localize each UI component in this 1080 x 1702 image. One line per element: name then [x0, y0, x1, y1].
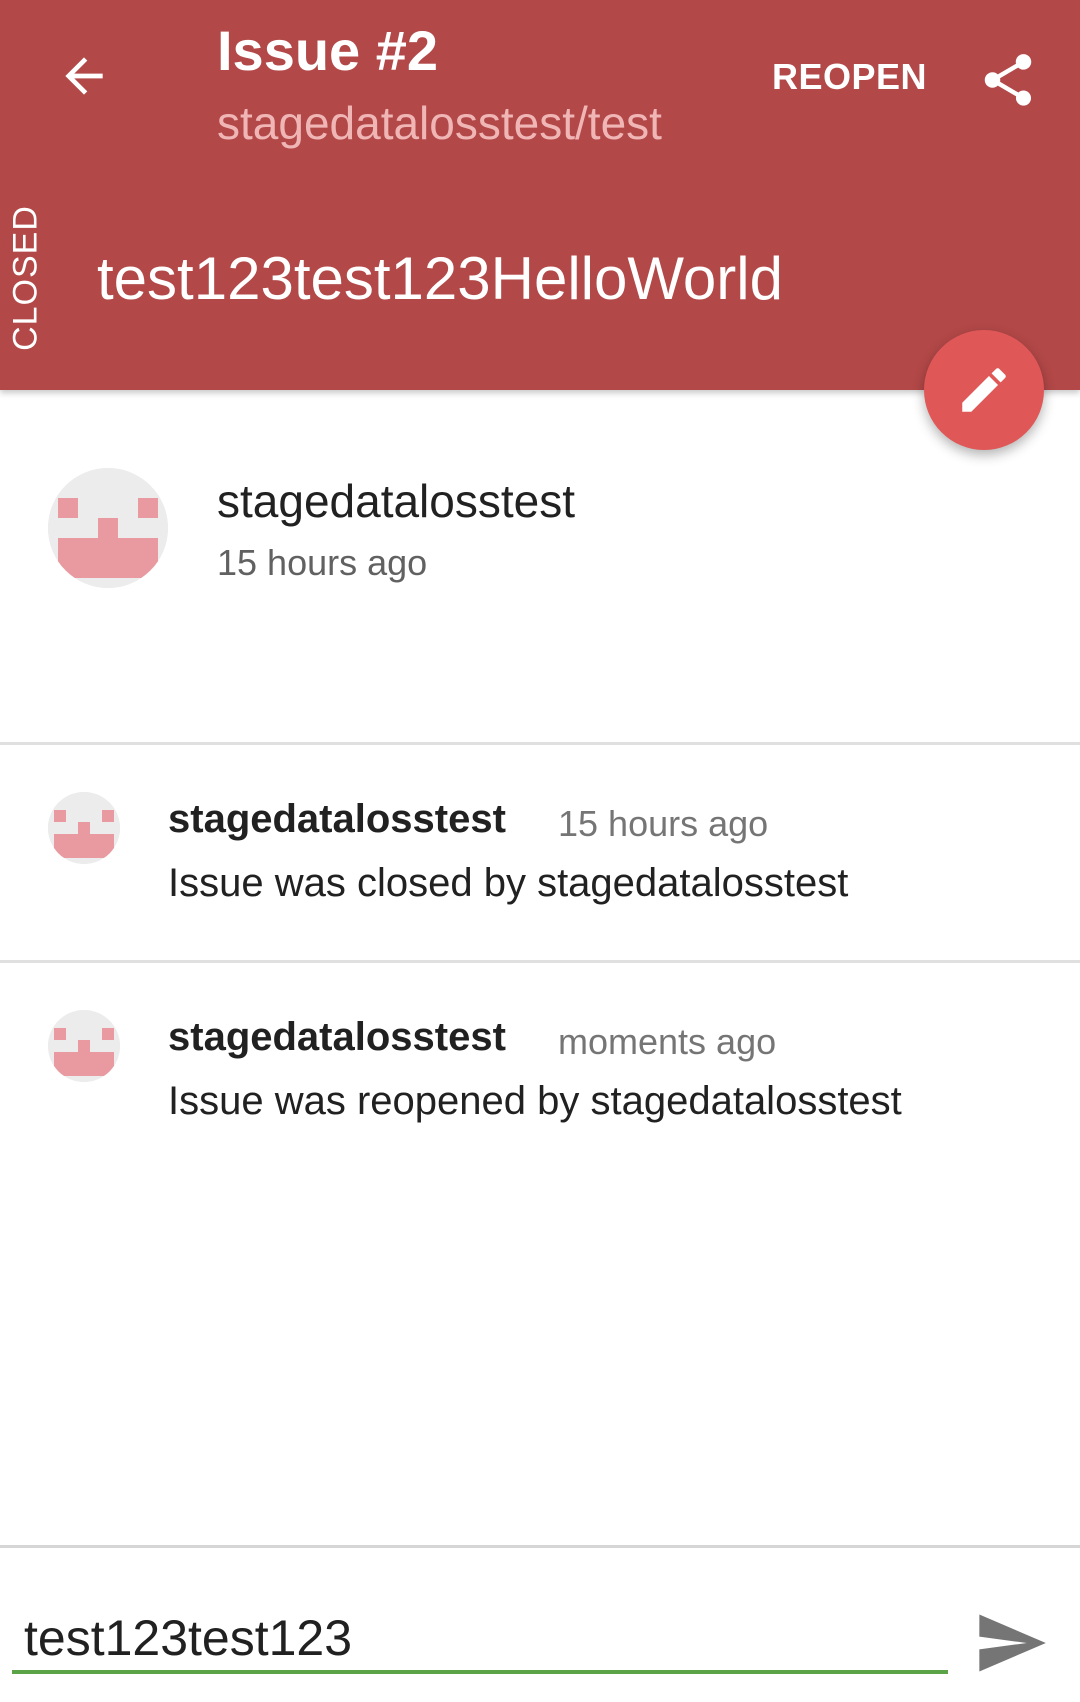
issue-header: Issue #2 stagedatalosstest/test REOPEN C… [0, 0, 1080, 390]
comment-bar [0, 1545, 1080, 1702]
issue-state-label: CLOSED [6, 205, 45, 351]
event-description: Issue was reopened by stagedatalosstest [168, 1079, 902, 1123]
repo-subtitle[interactable]: stagedatalosstest/test [217, 96, 662, 150]
event-user[interactable]: stagedatalosstest [168, 797, 506, 842]
event-user[interactable]: stagedatalosstest [168, 1015, 506, 1060]
share-button[interactable] [968, 40, 1048, 120]
avatar[interactable] [48, 468, 168, 588]
back-button[interactable] [44, 36, 124, 116]
identicon [48, 468, 168, 588]
event-description: Issue was closed by stagedatalosstest [168, 861, 849, 905]
issue-title: test123test123HelloWorld [97, 245, 783, 312]
arrow-left-icon [65, 57, 103, 95]
identicon [48, 792, 120, 864]
page-title: Issue #2 [217, 19, 439, 82]
comment-input[interactable] [12, 1606, 948, 1674]
send-icon [979, 1614, 1046, 1672]
share-icon [984, 54, 1032, 106]
edit-issue-button[interactable] [924, 330, 1044, 450]
issue-author: stagedatalosstest 15 hours ago [0, 390, 1080, 745]
avatar[interactable] [48, 792, 120, 864]
pencil-icon [962, 368, 1006, 412]
event-timestamp: 15 hours ago [558, 803, 769, 844]
avatar[interactable] [48, 1010, 120, 1082]
reopen-button[interactable]: REOPEN [772, 56, 927, 98]
identicon [48, 1010, 120, 1082]
send-button[interactable] [966, 1598, 1056, 1688]
author-name[interactable]: stagedatalosstest [217, 474, 575, 528]
author-timestamp: 15 hours ago [217, 542, 428, 583]
timeline-event: stagedatalosstest 15 hours ago Issue was… [0, 745, 1080, 963]
event-timestamp: moments ago [558, 1021, 777, 1062]
timeline-event: stagedatalosstest moments ago Issue was … [0, 963, 1080, 1178]
